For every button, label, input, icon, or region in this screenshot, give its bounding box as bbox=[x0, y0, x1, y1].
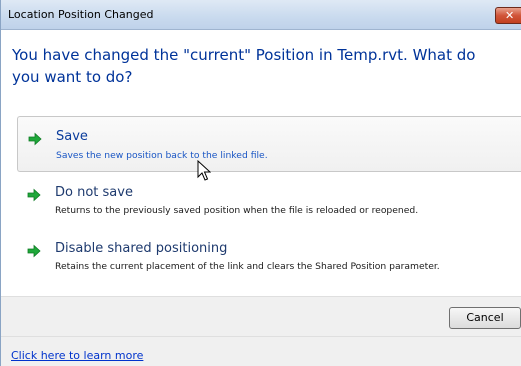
option-title: Disable shared positioning bbox=[55, 241, 228, 256]
window-title: Location Position Changed bbox=[8, 8, 154, 21]
option-do-not-save[interactable]: Do not save Returns to the previously sa… bbox=[17, 180, 521, 222]
learn-more-link[interactable]: Click here to learn more bbox=[11, 349, 143, 362]
option-title: Save bbox=[56, 129, 88, 144]
button-bar: Cancel bbox=[1, 296, 521, 336]
green-arrow-icon bbox=[27, 244, 41, 258]
dialog-window: Location Position Changed ✕ You have cha… bbox=[0, 0, 521, 366]
option-disable-shared-positioning[interactable]: Disable shared positioning Retains the c… bbox=[17, 236, 521, 280]
cancel-button[interactable]: Cancel bbox=[449, 307, 521, 329]
main-instruction: You have changed the "current" Position … bbox=[12, 46, 476, 86]
option-description: Saves the new position back to the linke… bbox=[56, 150, 268, 161]
title-bar: Location Position Changed ✕ bbox=[1, 0, 521, 30]
green-arrow-icon bbox=[28, 132, 42, 146]
close-icon: ✕ bbox=[505, 9, 515, 22]
green-arrow-icon bbox=[27, 188, 41, 202]
option-description: Retains the current placement of the lin… bbox=[55, 261, 440, 272]
mouse-cursor-icon bbox=[197, 160, 211, 181]
option-description: Returns to the previously saved position… bbox=[55, 205, 419, 216]
footer-area: Click here to learn more bbox=[1, 336, 521, 366]
option-title: Do not save bbox=[55, 185, 133, 200]
option-save[interactable]: Save Saves the new position back to the … bbox=[17, 116, 521, 172]
close-button[interactable]: ✕ bbox=[495, 7, 521, 24]
